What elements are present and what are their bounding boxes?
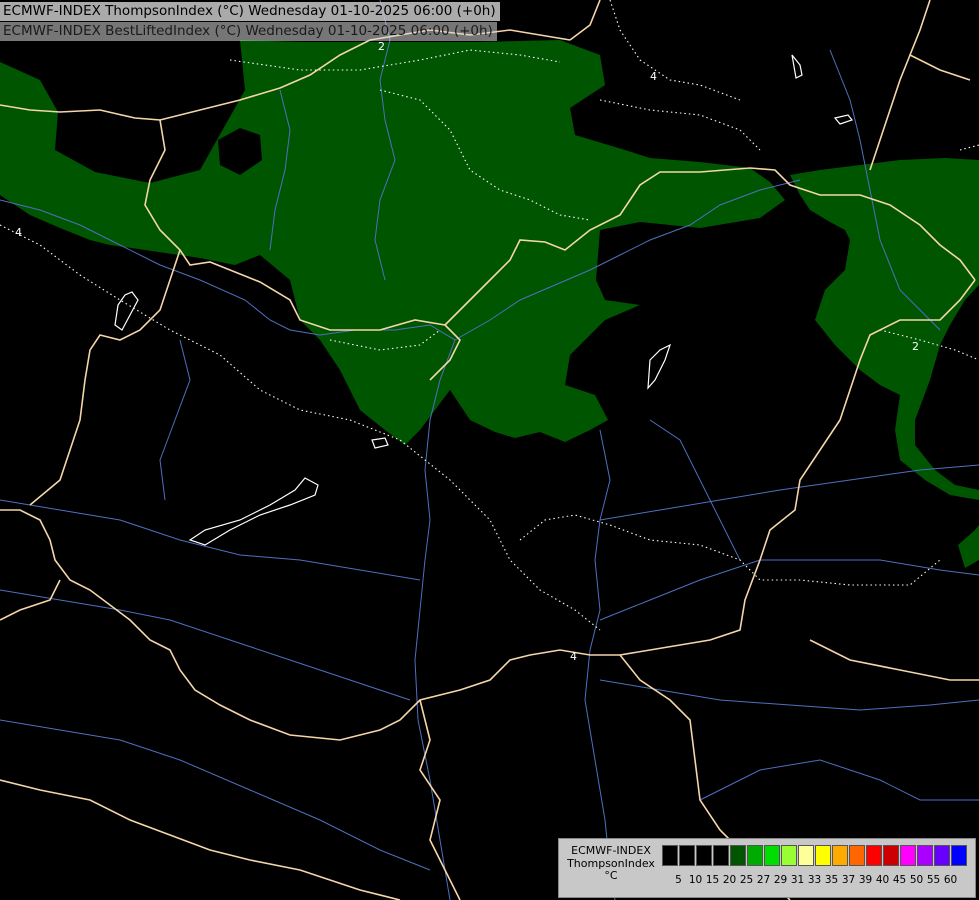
contour-label: 4 bbox=[15, 226, 22, 239]
legend-colorbar bbox=[662, 845, 968, 866]
legend-swatch bbox=[934, 845, 950, 866]
legend-swatch bbox=[883, 845, 899, 866]
legend-tick: 27 bbox=[756, 874, 771, 886]
legend-tick: 39 bbox=[858, 874, 873, 886]
legend-tick: 25 bbox=[739, 874, 754, 886]
legend-swatch bbox=[849, 845, 865, 866]
legend-swatch bbox=[798, 845, 814, 866]
legend-tick: 20 bbox=[722, 874, 737, 886]
legend-swatch bbox=[713, 845, 729, 866]
legend-swatch bbox=[662, 845, 678, 866]
legend-tick-labels: 5 10 15 20 25 27 29 31 33 35 37 39 40 45 50 55 60 bbox=[662, 874, 974, 888]
contour-label: 2 bbox=[912, 340, 919, 353]
legend-swatch bbox=[679, 845, 695, 866]
legend-tick: 15 bbox=[705, 874, 720, 886]
contour-label: 4 bbox=[650, 70, 657, 83]
legend-swatch bbox=[764, 845, 780, 866]
legend-tick: 10 bbox=[688, 874, 703, 886]
weather-map: 4 2 4 2 4 bbox=[0, 0, 979, 900]
legend-title-unit: °C bbox=[604, 869, 618, 882]
legend-tick: 45 bbox=[892, 874, 907, 886]
legend-tick: 29 bbox=[773, 874, 788, 886]
map-title-best-lifted-index: ECMWF-INDEX BestLiftedIndex (°C) Wednesd… bbox=[0, 22, 497, 41]
legend-tick: 55 bbox=[926, 874, 941, 886]
legend-tick: 5 bbox=[675, 874, 682, 886]
legend-tick: 35 bbox=[824, 874, 839, 886]
legend-title-source: ECMWF-INDEX bbox=[571, 844, 651, 857]
legend-tick: 37 bbox=[841, 874, 856, 886]
legend-swatch bbox=[866, 845, 882, 866]
legend-swatch bbox=[781, 845, 797, 866]
legend-swatch bbox=[696, 845, 712, 866]
color-legend: ECMWF-INDEX ThompsonIndex °C 5 10 15 20 25 27… bbox=[558, 838, 976, 898]
legend-swatch bbox=[747, 845, 763, 866]
contour-label: 4 bbox=[570, 650, 577, 663]
legend-swatch bbox=[832, 845, 848, 866]
legend-tick: 33 bbox=[807, 874, 822, 886]
legend-swatch bbox=[951, 845, 967, 866]
legend-swatch bbox=[917, 845, 933, 866]
legend-swatch bbox=[815, 845, 831, 866]
legend-tick: 60 bbox=[943, 874, 958, 886]
contour-label: 2 bbox=[378, 40, 385, 53]
legend-tick: 40 bbox=[875, 874, 890, 886]
legend-tick: 50 bbox=[909, 874, 924, 886]
map-title-thompson-index: ECMWF-INDEX ThompsonIndex (°C) Wednesday… bbox=[0, 2, 500, 21]
legend-title: ECMWF-INDEX ThompsonIndex °C bbox=[563, 844, 659, 883]
legend-swatch bbox=[900, 845, 916, 866]
legend-swatch bbox=[730, 845, 746, 866]
legend-tick: 31 bbox=[790, 874, 805, 886]
